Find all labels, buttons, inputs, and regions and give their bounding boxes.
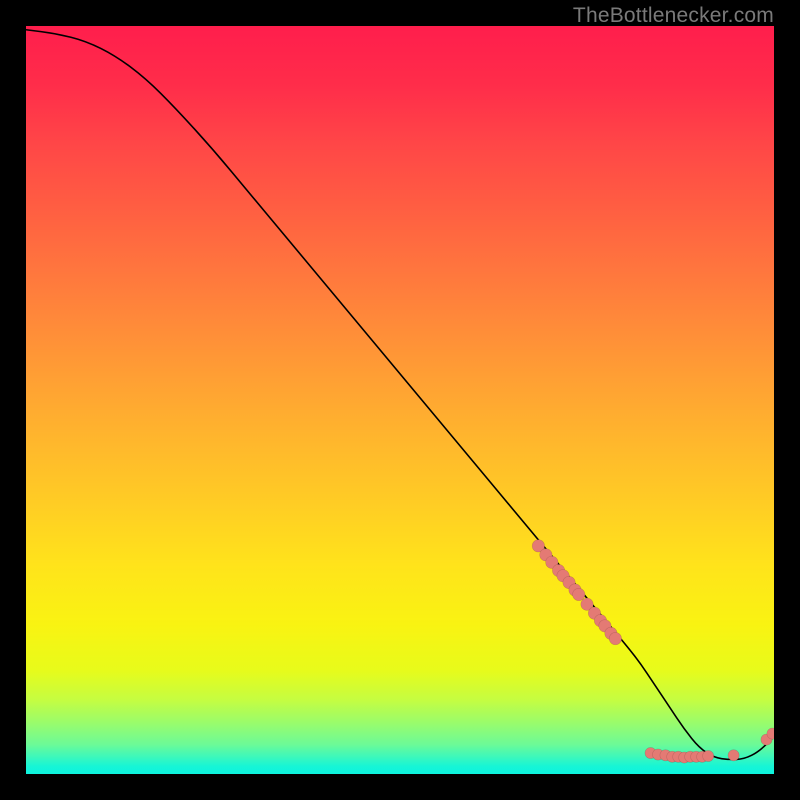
plot-area: [26, 26, 774, 774]
attribution-label: TheBottlenecker.com: [573, 4, 774, 28]
data-point-dot: [573, 588, 585, 600]
recommendation-dots-lower: [645, 728, 774, 763]
data-point-dot: [703, 750, 714, 761]
data-point-dot: [609, 632, 621, 644]
chart-stage: TheBottlenecker.com: [0, 0, 800, 800]
curve-layer: [26, 26, 774, 774]
recommendation-dots-upper: [532, 540, 621, 645]
data-point-dot: [728, 750, 739, 761]
bottleneck-curve: [26, 30, 774, 760]
